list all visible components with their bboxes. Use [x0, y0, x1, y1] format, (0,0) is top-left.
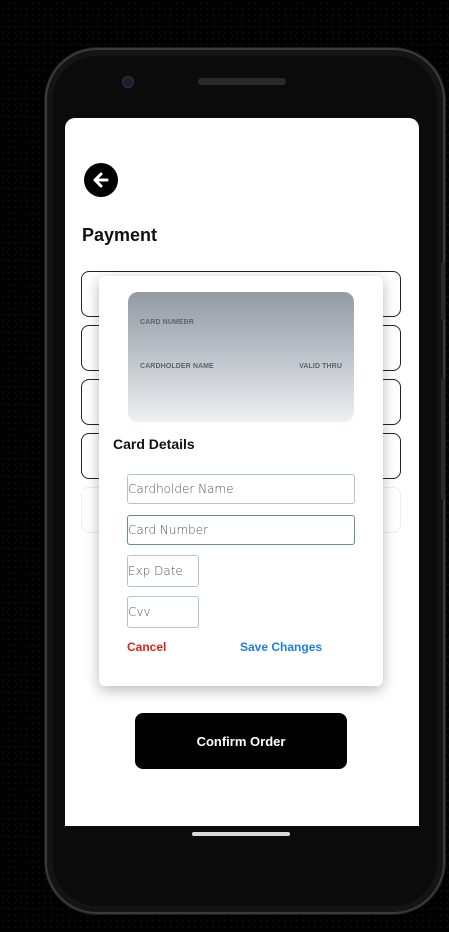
app-screen: Payment CARD NUMEBR CARDHOLDER NAME VALI… [65, 118, 419, 826]
card-number-label: CARD NUMEBR [140, 319, 194, 326]
volume-button [441, 378, 445, 500]
cardholder-label: CARDHOLDER NAME [140, 363, 214, 370]
card-details-modal: CARD NUMEBR CARDHOLDER NAME VALID THRU C… [99, 276, 383, 686]
front-camera [122, 76, 134, 88]
confirm-order-button[interactable]: Confirm Order [135, 713, 347, 769]
earpiece-speaker [198, 78, 286, 85]
card-number-input[interactable] [127, 515, 355, 545]
arrow-left-icon [93, 172, 109, 188]
cardholder-name-input[interactable] [127, 474, 355, 504]
page-title: Payment [82, 225, 158, 245]
home-indicator[interactable] [192, 832, 290, 836]
cancel-button[interactable]: Cancel [127, 640, 166, 654]
modal-title: Card Details [113, 436, 195, 452]
exp-date-input[interactable] [127, 555, 199, 587]
back-button[interactable] [84, 163, 118, 197]
cvv-input[interactable] [127, 596, 199, 628]
power-button [441, 262, 445, 320]
valid-thru-label: VALID THRU [299, 363, 342, 370]
card-preview: CARD NUMEBR CARDHOLDER NAME VALID THRU [128, 292, 354, 422]
save-changes-button[interactable]: Save Changes [240, 640, 322, 654]
